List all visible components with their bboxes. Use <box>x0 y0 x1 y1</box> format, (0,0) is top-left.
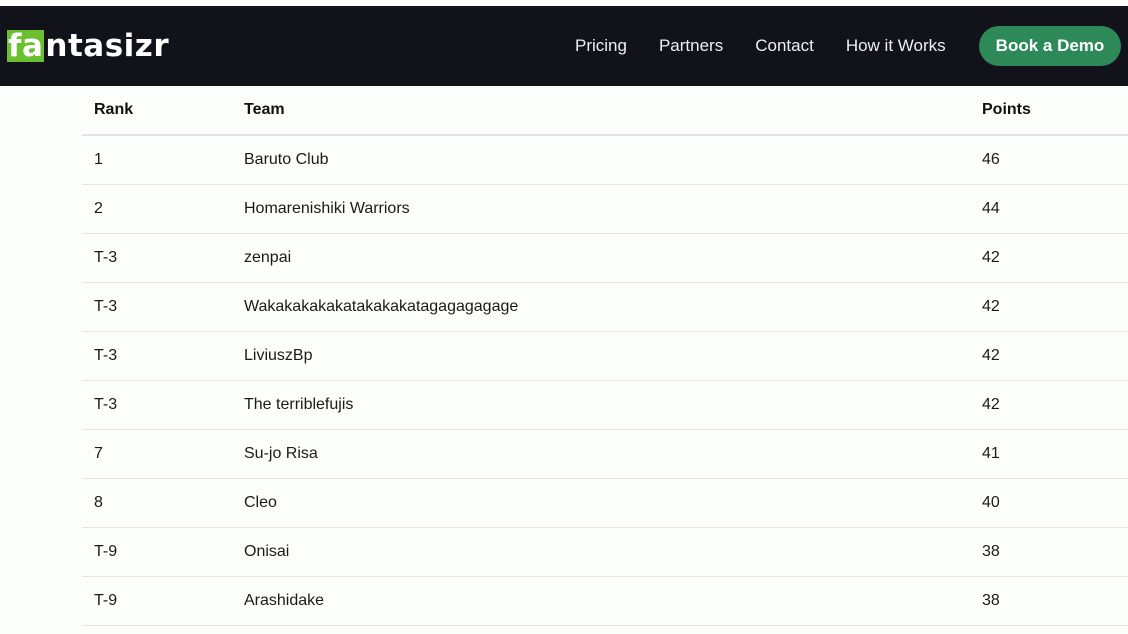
nav-link-how-it-works[interactable]: How it Works <box>830 34 962 58</box>
table-row: 7 Su-jo Risa 41 <box>82 429 1128 478</box>
cell-points: 41 <box>982 444 1000 462</box>
header-team[interactable]: Team <box>232 86 970 135</box>
table-row: 2 Homarenishiki Warriors 44 <box>82 184 1128 233</box>
cell-team: Arashidake <box>244 591 325 609</box>
cell-rank: 2 <box>94 199 103 217</box>
logo-text: ntasizr <box>45 28 170 64</box>
nav-link-contact[interactable]: Contact <box>739 34 830 58</box>
table-row: T-3 The terriblefujis 42 <box>82 380 1128 429</box>
cell-team: LiviuszBp <box>244 346 313 364</box>
cell-points: 38 <box>982 542 1000 560</box>
cell-team: Baruto Club <box>244 150 329 168</box>
header-points[interactable]: Points <box>970 86 1128 135</box>
cell-rank: T-3 <box>94 248 118 266</box>
cell-points: 44 <box>982 199 1000 217</box>
header-rank[interactable]: Rank <box>82 86 232 135</box>
book-demo-button[interactable]: Book a Demo <box>979 26 1121 66</box>
nav-links: Pricing Partners Contact How it Works <box>559 34 962 58</box>
cell-points: 40 <box>982 493 1000 511</box>
cell-rank: T-3 <box>94 395 118 413</box>
cell-rank: 1 <box>94 150 103 168</box>
cell-rank: 7 <box>94 444 103 462</box>
cell-points: 42 <box>982 297 1000 315</box>
table-row: T-3 zenpai 42 <box>82 233 1128 282</box>
table-row: 1 Baruto Club 46 <box>82 135 1128 184</box>
table-row: T-9 Arashidake 38 <box>82 576 1128 625</box>
cell-team: Su-jo Risa <box>244 444 318 462</box>
cell-rank: T-3 <box>94 346 118 364</box>
cell-rank: T-3 <box>94 297 118 315</box>
table-row: T-3 LiviuszBp 42 <box>82 331 1128 380</box>
cell-points: 46 <box>982 150 1000 168</box>
leaderboard: Rank Team Points 1 Baruto Club 46 2 Homa… <box>82 86 1128 626</box>
cell-rank: T-9 <box>94 542 118 560</box>
cell-rank: 8 <box>94 493 103 511</box>
logo[interactable]: fa ntasizr <box>7 28 170 64</box>
nav-link-pricing[interactable]: Pricing <box>559 34 643 58</box>
table-row: 8 Cleo 40 <box>82 478 1128 527</box>
cell-points: 42 <box>982 395 1000 413</box>
navbar: fa ntasizr Pricing Partners Contact How i… <box>0 6 1128 86</box>
cell-points: 38 <box>982 591 1000 609</box>
leaderboard-table: Rank Team Points 1 Baruto Club 46 2 Homa… <box>82 86 1128 626</box>
cell-rank: T-9 <box>94 591 118 609</box>
cell-team: Cleo <box>244 493 277 511</box>
table-row: T-3 Wakakakakakatakakakatagagagagage 42 <box>82 282 1128 331</box>
cell-points: 42 <box>982 248 1000 266</box>
table-row: T-9 Onisai 38 <box>82 527 1128 576</box>
logo-highlight: fa <box>7 28 45 64</box>
cell-team: Homarenishiki Warriors <box>244 199 410 217</box>
cell-team: zenpai <box>244 248 292 266</box>
cell-team: Wakakakakakatakakakatagagagagage <box>244 297 519 315</box>
cell-team: The terriblefujis <box>244 395 354 413</box>
cell-team: Onisai <box>244 542 290 560</box>
nav-link-partners[interactable]: Partners <box>643 34 739 58</box>
cell-points: 42 <box>982 346 1000 364</box>
table-header-row: Rank Team Points <box>82 86 1128 135</box>
